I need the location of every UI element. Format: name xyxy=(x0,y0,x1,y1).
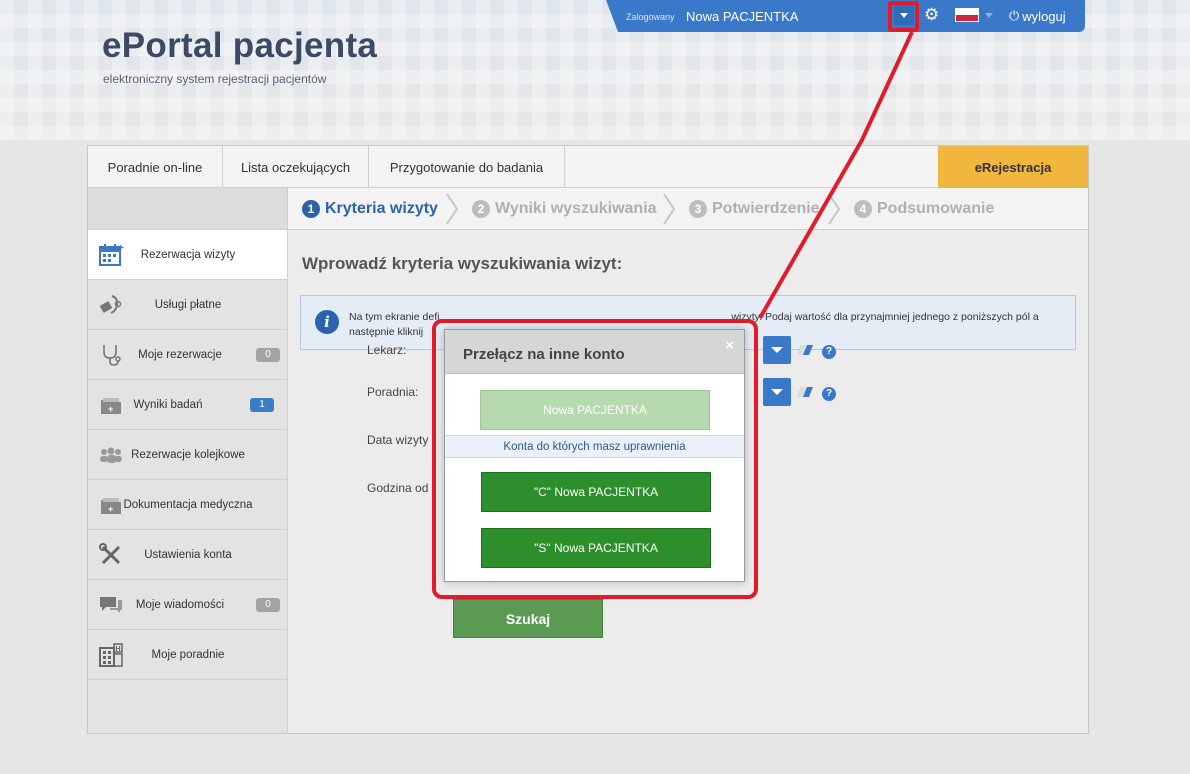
clinic-dropdown-button[interactable] xyxy=(763,378,791,406)
sidebar-item-label: Moje poradnie xyxy=(151,648,225,661)
sidebar-item-moje-poradnie[interactable]: H Moje poradnie xyxy=(88,630,287,680)
step-separator-icon xyxy=(663,193,676,225)
sidebar-item-ustawienia-konta[interactable]: Ustawienia konta xyxy=(88,530,287,580)
step-number: 3 xyxy=(689,200,707,218)
sidebar-item-label: Dokumentacja medyczna xyxy=(123,498,253,511)
wizard-steps: 1 Kryteria wizyty 2 Wyniki wyszukiwania … xyxy=(288,188,1088,230)
info-icon: i xyxy=(315,310,339,334)
sidebar-item-wyniki-badan[interactable]: + Wyniki badań 1 xyxy=(88,380,287,430)
step-label: Potwierdzenie xyxy=(712,200,820,217)
modal-title: Przełącz na inne konto xyxy=(463,346,625,363)
results-count-badge: 1 xyxy=(250,398,274,412)
doctor-dropdown-button[interactable] xyxy=(763,336,791,364)
flag-pl-icon[interactable] xyxy=(955,8,979,22)
step-number: 4 xyxy=(854,200,872,218)
eraser-icon[interactable] xyxy=(795,385,817,399)
clinic-label: Poradnia: xyxy=(367,385,419,399)
step-1[interactable]: 1 Kryteria wizyty xyxy=(302,200,438,218)
sidebar-item-uslugi-platne[interactable]: Usługi płatne xyxy=(88,280,287,330)
brand-subtitle: elektroniczny system rejestracji pacjent… xyxy=(103,72,327,86)
logout-link[interactable]: ⏻ wyloguj xyxy=(1009,8,1066,24)
chevron-down-icon xyxy=(771,347,783,353)
info-text-line1-left: Na tym ekranie defi xyxy=(349,311,440,323)
sidebar-header xyxy=(88,188,287,230)
power-icon: ⏻ xyxy=(1009,8,1020,23)
page-title: Wprowadź kryteria wyszukiwania wizyt: xyxy=(302,254,623,273)
step-number: 2 xyxy=(472,200,490,218)
logout-label: wyloguj xyxy=(1022,8,1066,24)
close-icon[interactable]: × xyxy=(725,337,734,354)
account-c-button[interactable]: "C" Nowa PACJENTKA xyxy=(481,472,711,512)
sidebar-item-dokumentacja-medyczna[interactable]: + Dokumentacja medyczna xyxy=(88,480,287,530)
sidebar-item-label: Rezerwacje kolejkowe xyxy=(131,448,245,461)
current-user-name[interactable]: Nowa PACJENTKA xyxy=(686,9,798,24)
brand-title: ePortal pacjenta xyxy=(102,26,378,65)
step-2[interactable]: 2 Wyniki wyszukiwania xyxy=(472,200,657,218)
sidebar-item-rezerwacje-kolejkowe[interactable]: Rezerwacje kolejkowe xyxy=(88,430,287,480)
tab-poradnie-online[interactable]: Poradnie on-line xyxy=(88,146,223,188)
step-label: Kryteria wizyty xyxy=(325,200,438,217)
date-label: Data wizyty xyxy=(367,433,429,447)
language-caret-icon[interactable] xyxy=(985,13,993,18)
accounts-section-label: Konta do których masz uprawnienia xyxy=(445,435,744,458)
annotation-highlight-box xyxy=(888,1,919,32)
messages-count-badge: 0 xyxy=(256,598,280,612)
step-separator-icon xyxy=(446,193,459,225)
step-separator-icon xyxy=(828,193,841,225)
info-text-line2: następnie kliknij xyxy=(349,326,424,338)
sidebar-item-rezerwacja-wizyty[interactable]: + Rezerwacja wizyty xyxy=(88,230,287,280)
sidebar-item-label: Moje rezerwacje xyxy=(138,348,222,361)
doctor-label: Lekarz: xyxy=(367,343,407,357)
doctor-help-icon[interactable]: ? xyxy=(822,345,836,359)
sidebar-item-label: Rezerwacja wizyty xyxy=(140,248,236,261)
sidebar-item-label: Moje wiadomości xyxy=(135,598,225,611)
info-text-line1-right: wizyty. Podaj wartość dla przynajmniej j… xyxy=(731,311,1039,323)
top-bar: Zalogowany Nowa PACJENTKA ⚙ ⏻ wyloguj xyxy=(606,0,1085,32)
search-button[interactable]: Szukaj xyxy=(453,599,603,638)
tab-lista-oczekujacych[interactable]: Lista oczekujących xyxy=(223,146,369,188)
current-account-button[interactable]: Nowa PACJENTKA xyxy=(480,390,710,430)
logged-in-label: Zalogowany xyxy=(626,12,675,22)
switch-account-modal: Przełącz na inne konto × Nowa PACJENTKA … xyxy=(444,329,745,582)
sidebar-item-label: Wyniki badań xyxy=(133,398,203,411)
step-label: Wyniki wyszukiwania xyxy=(495,200,657,217)
modal-header: Przełącz na inne konto × xyxy=(445,330,744,374)
sidebar: + Rezerwacja wizyty Usługi płatne Moje r… xyxy=(88,188,288,733)
sidebar-item-moje-rezerwacje[interactable]: Moje rezerwacje 0 xyxy=(88,330,287,380)
account-s-button[interactable]: "S" Nowa PACJENTKA xyxy=(481,528,711,568)
gear-icon[interactable]: ⚙ xyxy=(924,5,939,25)
step-number: 1 xyxy=(302,200,320,218)
step-4[interactable]: 4 Podsumowanie xyxy=(854,200,994,218)
reservations-count-badge: 0 xyxy=(256,348,280,362)
tab-przygotowanie[interactable]: Przygotowanie do badania xyxy=(369,146,565,188)
eraser-icon[interactable] xyxy=(795,343,817,357)
top-tabs: Poradnie on-line Lista oczekujących Przy… xyxy=(88,146,1088,188)
time-label: Godzina od xyxy=(367,481,429,495)
step-3[interactable]: 3 Potwierdzenie xyxy=(689,200,820,218)
sidebar-item-label: Usługi płatne xyxy=(154,298,222,311)
sidebar-item-moje-wiadomosci[interactable]: Moje wiadomości 0 xyxy=(88,580,287,630)
sidebar-item-label: Ustawienia konta xyxy=(144,548,232,561)
clinic-help-icon[interactable]: ? xyxy=(822,387,836,401)
step-label: Podsumowanie xyxy=(877,200,995,217)
chevron-down-icon xyxy=(771,389,783,395)
tab-erejestracja[interactable]: eRejestracja xyxy=(938,146,1088,188)
